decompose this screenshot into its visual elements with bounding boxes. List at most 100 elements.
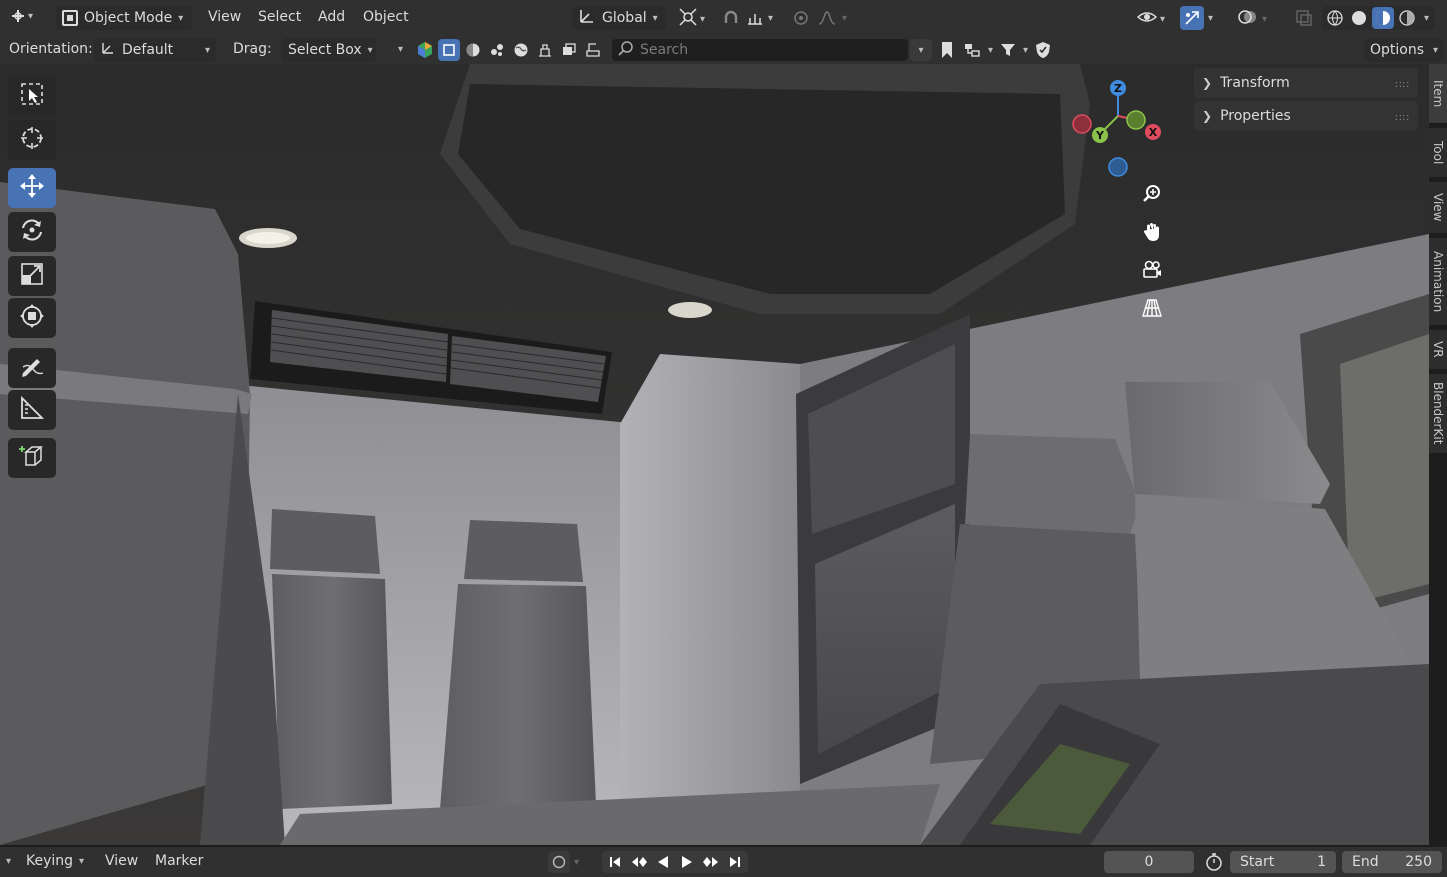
playback-controls: [602, 851, 748, 873]
chevron-down-icon: ▾: [768, 12, 774, 24]
image-filter-icon[interactable]: [558, 39, 580, 61]
transform-orientation-dropdown[interactable]: Global ▾: [572, 6, 666, 30]
start-frame-field[interactable]: Start 1: [1230, 851, 1336, 873]
transform-icon: [19, 303, 45, 333]
tool-move[interactable]: [8, 168, 56, 208]
current-frame-value: 0: [1144, 854, 1154, 870]
stopwatch-icon[interactable]: [1204, 852, 1224, 872]
falloff-curve-icon[interactable]: [816, 7, 838, 29]
shield-icon[interactable]: [1032, 39, 1054, 61]
menu-view[interactable]: View: [208, 9, 241, 25]
overlays-group[interactable]: ▾: [1236, 7, 1267, 31]
chevron-down-icon[interactable]: ▾: [6, 856, 11, 867]
collection-filter-icon[interactable]: [534, 39, 556, 61]
options-label: Options: [1370, 42, 1425, 58]
snapping-group[interactable]: ▾: [720, 7, 773, 29]
snap-icon[interactable]: [720, 7, 742, 29]
orientation-label: Orientation:: [9, 41, 93, 57]
timeline-menu-view[interactable]: View: [105, 853, 138, 869]
proportional-editing-group[interactable]: ▾: [790, 7, 847, 29]
gizmo-icon[interactable]: [1180, 6, 1204, 30]
chevron-down-icon[interactable]: ▾: [910, 39, 932, 61]
chevron-down-icon: ▾: [700, 13, 706, 25]
gizmo-z-label: Z: [1114, 82, 1122, 95]
editor-type-selector[interactable]: ▾: [8, 6, 33, 26]
drag-label: Drag:: [233, 41, 272, 57]
play-icon[interactable]: [676, 851, 698, 873]
xray-icon[interactable]: [1294, 8, 1314, 28]
search-input[interactable]: Search: [612, 39, 908, 61]
color-filter-icon[interactable]: [414, 39, 436, 61]
tab-blenderkit[interactable]: BlenderKit: [1429, 374, 1447, 454]
wireframe-shading-icon[interactable]: [1324, 7, 1346, 29]
menu-select[interactable]: Select: [258, 9, 301, 25]
zoom-button[interactable]: [1138, 182, 1166, 210]
mode-dropdown[interactable]: Object Mode ▾: [56, 6, 192, 30]
options-dropdown[interactable]: Options ▾: [1364, 38, 1444, 62]
gizmo-toggle-group[interactable]: ▾: [1180, 6, 1213, 30]
tab-view[interactable]: View: [1429, 182, 1447, 234]
tool-annotate[interactable]: [8, 348, 56, 388]
tab-item[interactable]: Item: [1429, 64, 1447, 124]
shading-mode-group[interactable]: ▾: [1322, 6, 1436, 30]
tool-scale[interactable]: [8, 256, 56, 296]
auto-keying-group[interactable]: ▾: [548, 851, 579, 873]
tool-add-cube[interactable]: [8, 438, 56, 478]
timeline-menu-marker[interactable]: Marker: [155, 853, 203, 869]
drag-handle-icon[interactable]: ∷∷: [1395, 113, 1410, 124]
sphere-filter-icon[interactable]: [462, 39, 484, 61]
viewport-header: ▾ Object Mode ▾ View Select Add Object G…: [0, 0, 1447, 36]
keying-dropdown[interactable]: Keying ▾: [26, 853, 84, 869]
hierarchy-icon[interactable]: [962, 39, 984, 61]
orientation-dropdown[interactable]: Default ▾: [94, 38, 216, 62]
perspective-toggle-button[interactable]: [1138, 296, 1166, 324]
select-mode-icon[interactable]: [438, 39, 460, 61]
tool-cursor[interactable]: [8, 120, 56, 160]
gizmo-x-label: X: [1149, 126, 1158, 139]
tool-rotate[interactable]: [8, 212, 56, 252]
menu-object[interactable]: Object: [363, 9, 409, 25]
solid-shading-icon[interactable]: [1348, 7, 1370, 29]
camera-view-button[interactable]: [1138, 258, 1166, 286]
camera-icon: [1141, 259, 1163, 285]
next-keyframe-icon[interactable]: [700, 851, 722, 873]
3d-viewport[interactable]: Z Y X: [0, 64, 1429, 845]
pan-button[interactable]: [1138, 220, 1166, 248]
prev-keyframe-icon[interactable]: [628, 851, 650, 873]
tool-transform[interactable]: [8, 298, 56, 338]
chevron-down-icon: ▾: [367, 44, 373, 56]
tab-tool[interactable]: Tool: [1429, 128, 1447, 178]
world-filter-icon[interactable]: [510, 39, 532, 61]
play-reverse-icon[interactable]: [652, 851, 674, 873]
end-frame-field[interactable]: End 250: [1342, 851, 1442, 873]
tab-animation[interactable]: Animation: [1429, 238, 1447, 326]
funnel-icon[interactable]: [997, 39, 1019, 61]
panel-properties[interactable]: ❯ Properties ∷∷: [1194, 101, 1418, 131]
material-preview-icon[interactable]: [1372, 7, 1394, 29]
menu-add[interactable]: Add: [318, 9, 345, 25]
bookmark-icon[interactable]: [936, 39, 958, 61]
drag-dropdown[interactable]: Select Box ▾: [282, 38, 376, 62]
tool-measure[interactable]: [8, 390, 56, 430]
rendered-shading-icon[interactable]: [1396, 7, 1418, 29]
record-icon[interactable]: [548, 851, 570, 873]
jump-end-icon[interactable]: [724, 851, 746, 873]
navigation-gizmo[interactable]: Z Y X: [1066, 76, 1176, 186]
pivot-point-dropdown[interactable]: ▾: [678, 7, 705, 31]
chevron-down-icon: ▾: [988, 44, 994, 56]
tab-vr-label: VR: [1431, 341, 1445, 358]
particles-filter-icon[interactable]: [486, 39, 508, 61]
tool-select-box[interactable]: [8, 76, 56, 116]
tab-animation-label: Animation: [1431, 250, 1445, 313]
panel-transform[interactable]: ❯ Transform ∷∷: [1194, 68, 1418, 98]
current-frame-field[interactable]: 0: [1104, 851, 1194, 873]
tab-vr[interactable]: VR: [1429, 330, 1447, 370]
chevron-down-icon[interactable]: ▾: [398, 44, 403, 55]
proportional-edit-icon[interactable]: [790, 7, 812, 29]
chevron-down-icon: ▾: [574, 856, 580, 868]
visibility-dropdown[interactable]: ▾: [1136, 7, 1165, 31]
jump-start-icon[interactable]: [604, 851, 626, 873]
snap-increment-icon[interactable]: [744, 7, 766, 29]
drag-handle-icon[interactable]: ∷∷: [1395, 80, 1410, 91]
mesh-filter-icon[interactable]: [582, 39, 604, 61]
